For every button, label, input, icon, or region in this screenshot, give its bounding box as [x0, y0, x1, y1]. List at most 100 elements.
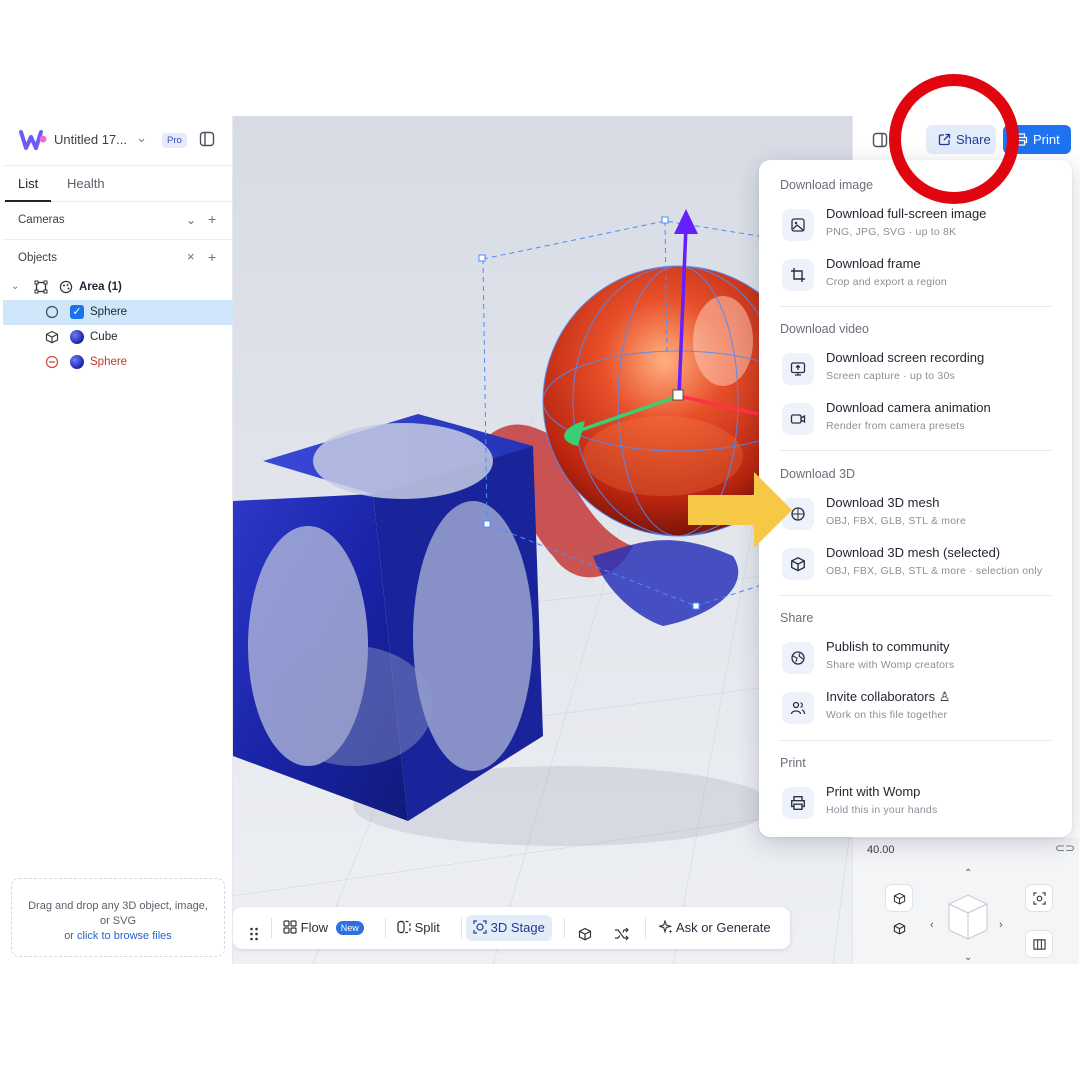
tab-list[interactable]: List — [18, 176, 38, 191]
panel-toggle-icon[interactable] — [872, 132, 888, 148]
dropzone-prefix: or — [64, 930, 74, 942]
new-badge: New — [335, 921, 364, 935]
screen-record-icon — [782, 353, 814, 385]
menu-item-download-3d-mesh-selected[interactable]: Download 3D mesh (selected) OBJ, FBX, GL… — [777, 543, 1057, 589]
tree-item-area[interactable]: ⌄ Area (1) — [3, 275, 233, 300]
flow-button[interactable]: Flow New — [283, 915, 364, 941]
camera-controls: 40.00 ⊂⊃ ⌃ ‹ › ⌄ — [853, 838, 1079, 964]
chevron-up-icon[interactable]: ⌃ — [964, 868, 972, 879]
drag-handle-icon[interactable] — [249, 921, 259, 947]
tree-item-label: Area (1) — [79, 281, 122, 293]
stage-icon — [473, 920, 487, 934]
sphere-icon — [45, 305, 59, 319]
menu-item-title: Print with Womp — [826, 784, 921, 799]
split-label: Split — [414, 920, 440, 935]
browse-files-link[interactable]: click to browse files — [77, 930, 172, 942]
menu-item-download-3d-mesh[interactable]: Download 3D mesh OBJ, FBX, GLB, STL & mo… — [777, 493, 1057, 539]
menu-item-subtitle: OBJ, FBX, GLB, STL & more · selection on… — [826, 565, 1043, 577]
dropzone-browse: or click to browse files — [12, 930, 224, 942]
link-icon[interactable]: ⊂⊃ — [1055, 841, 1075, 855]
menu-divider — [779, 450, 1051, 451]
users-icon — [782, 692, 814, 724]
menu-item-subtitle: Share with Womp creators — [826, 659, 955, 671]
chevron-left-icon[interactable]: ‹ — [930, 919, 934, 931]
menu-item-subtitle: Crop and export a region — [826, 276, 947, 288]
share-dropdown-menu: Download image Download full-screen imag… — [759, 160, 1072, 837]
menu-item-title: Download frame — [826, 256, 921, 271]
split-button[interactable]: Split — [397, 915, 440, 941]
chevron-down-icon[interactable]: ⌄ — [11, 281, 25, 295]
cube-icon — [782, 548, 814, 580]
section-download-image: Download image — [780, 178, 874, 192]
area-icon — [34, 280, 48, 294]
menu-item-invite-collaborators[interactable]: Invite collaborators ♙ Work on this file… — [777, 687, 1057, 733]
tree-item-label: Sphere — [90, 306, 128, 318]
tree-item-sphere-selected[interactable]: ✓ Sphere — [3, 300, 233, 325]
video-camera-icon — [782, 403, 814, 435]
chevron-down-icon[interactable]: ⌄ — [186, 213, 196, 227]
sidebar-header: Untitled 17... ⌄ Pro — [3, 116, 233, 166]
tree-item-label: Sphere — [90, 356, 128, 368]
checkbox-icon[interactable]: ✓ — [70, 305, 84, 319]
cube-icon[interactable] — [578, 921, 592, 947]
menu-item-title: Publish to community — [826, 639, 950, 654]
tree-item-cube[interactable]: Cube — [3, 325, 233, 350]
shuffle-icon[interactable] — [614, 921, 630, 947]
red-circle-annotation — [889, 74, 1019, 204]
ask-or-generate-label: Ask or Generate — [675, 920, 771, 935]
camera-focus-button[interactable] — [1025, 884, 1053, 912]
yellow-arrow-annotation — [688, 472, 792, 548]
chevron-down-icon[interactable]: ⌄ — [136, 130, 147, 146]
toolbar-divider — [564, 918, 565, 938]
add-object-button[interactable]: + — [208, 249, 216, 265]
menu-item-title: Download 3D mesh (selected) — [826, 545, 1001, 560]
3d-stage-label: 3D Stage — [490, 920, 545, 935]
cameras-section[interactable]: Cameras ⌄ + — [3, 202, 233, 240]
menu-item-download-full-screen-image[interactable]: Download full-screen image PNG, JPG, SVG… — [777, 204, 1057, 250]
menu-item-download-camera-animation[interactable]: Download camera animation Render from ca… — [777, 398, 1057, 444]
toolbar-divider — [271, 918, 272, 938]
menu-item-title: Download 3D mesh — [826, 495, 940, 510]
cube-icon — [45, 330, 59, 344]
material-swatch — [70, 355, 84, 369]
menu-item-subtitle: PNG, JPG, SVG · up to 8K — [826, 226, 957, 238]
cube-outline-icon — [893, 892, 906, 905]
womp-logo[interactable] — [19, 129, 47, 151]
file-dropzone[interactable]: Drag and drop any 3D object, image, or S… — [11, 878, 225, 957]
menu-item-publish-to-community[interactable]: Publish to community Share with Womp cre… — [777, 637, 1057, 683]
menu-item-subtitle: OBJ, FBX, GLB, STL & more — [826, 515, 966, 527]
grid-view-button[interactable] — [1025, 930, 1053, 958]
plan-badge: Pro — [162, 133, 187, 148]
chevron-right-icon[interactable]: › — [999, 919, 1003, 931]
toolbar-divider — [461, 918, 462, 938]
close-icon[interactable]: × — [187, 249, 195, 264]
flow-icon — [283, 920, 297, 934]
field-value[interactable]: 40.00 — [867, 844, 895, 856]
objects-section: Objects × + — [3, 240, 233, 278]
sidebar-toggle-icon[interactable] — [199, 131, 215, 147]
file-title[interactable]: Untitled 17... — [54, 132, 127, 147]
menu-item-download-frame[interactable]: Download frame Crop and export a region — [777, 254, 1057, 300]
tab-health[interactable]: Health — [67, 176, 105, 191]
objects-label: Objects — [18, 252, 57, 264]
orientation-cube-icon[interactable] — [947, 893, 989, 943]
dropzone-text: Drag and drop any 3D object, image, or S… — [28, 900, 208, 927]
chevron-down-icon[interactable]: ⌄ — [964, 952, 972, 963]
print-label: Print — [1033, 132, 1060, 147]
crop-icon — [782, 259, 814, 291]
menu-item-print-with-womp[interactable]: Print with Womp Hold this in your hands — [777, 782, 1057, 828]
solid-cube-button[interactable] — [885, 914, 913, 942]
viewport-toolbar: Flow New Split 3D Stage Ask or Generate — [233, 907, 790, 949]
split-icon — [397, 920, 411, 934]
3d-stage-button[interactable]: 3D Stage — [466, 915, 552, 941]
add-camera-button[interactable]: + — [208, 211, 216, 227]
menu-item-subtitle: Screen capture · up to 30s — [826, 370, 955, 382]
ask-or-generate-button[interactable]: Ask or Generate — [657, 915, 771, 941]
view-cube-button[interactable] — [885, 884, 913, 912]
left-sidebar: Untitled 17... ⌄ Pro List Health Cameras… — [3, 116, 233, 964]
flow-label: Flow — [300, 920, 329, 935]
toolbar-divider — [385, 918, 386, 938]
tree-item-sphere-subtract[interactable]: Sphere — [3, 350, 233, 375]
menu-item-download-screen-recording[interactable]: Download screen recording Screen capture… — [777, 348, 1057, 394]
menu-divider — [779, 595, 1051, 596]
